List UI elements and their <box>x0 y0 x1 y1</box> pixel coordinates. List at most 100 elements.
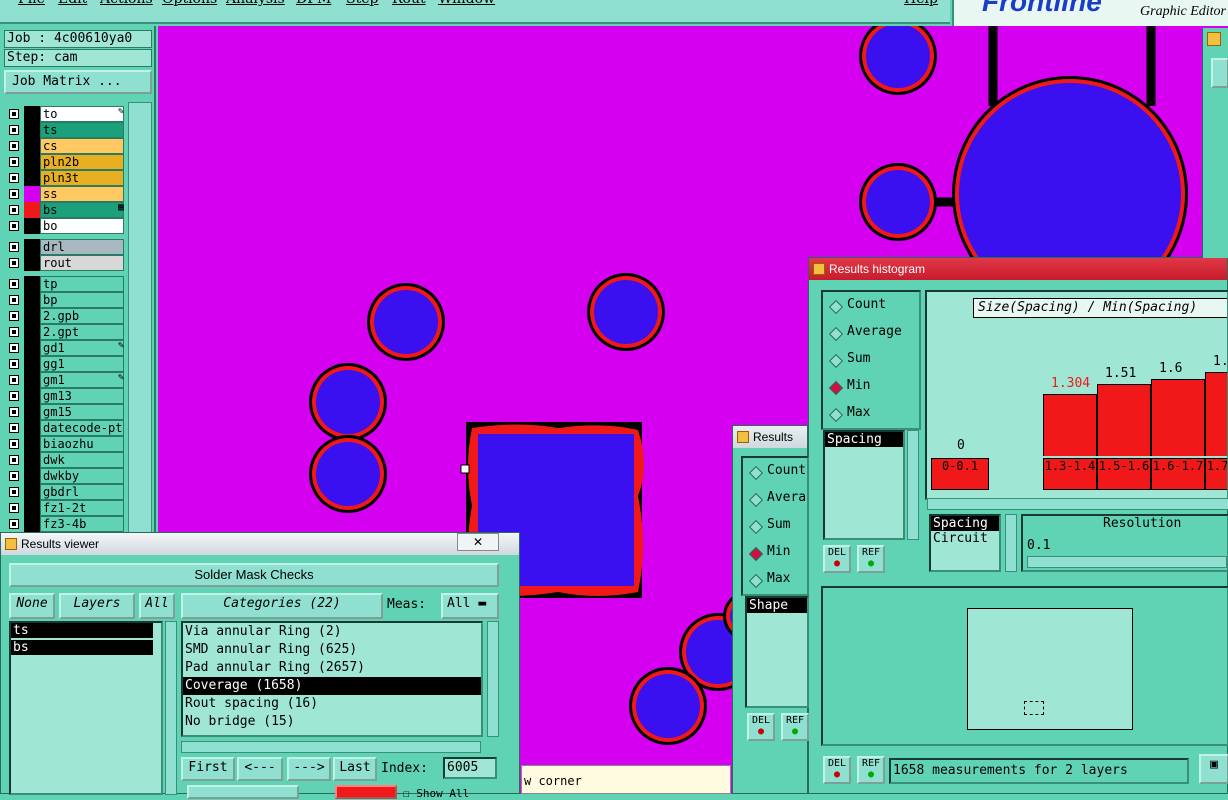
layer-row-rout[interactable]: rout <box>6 255 124 271</box>
category-item[interactable]: No bridge (15) <box>183 713 481 731</box>
category-item[interactable]: Coverage (1658) <box>183 677 481 695</box>
menu-analysis[interactable]: Analysis <box>226 0 285 7</box>
layer-name[interactable]: bs <box>40 202 124 218</box>
layer-checkbox[interactable] <box>9 157 19 167</box>
results-radio-sum[interactable] <box>748 519 764 535</box>
del-button[interactable]: DEL ● <box>823 545 851 573</box>
layer-checkbox[interactable] <box>9 258 19 268</box>
next-button[interactable]: ---> <box>287 757 331 781</box>
layer-name[interactable]: ts <box>40 122 124 138</box>
results-radio-count[interactable] <box>748 465 764 481</box>
layer-checkbox[interactable] <box>9 343 19 353</box>
layer-checkbox[interactable] <box>9 125 19 135</box>
layer-checkbox[interactable] <box>9 519 19 529</box>
layer-results-scrollbar[interactable] <box>165 621 177 795</box>
histogram-bar[interactable] <box>1151 379 1205 456</box>
layer-row-biaozhu[interactable]: biaozhu <box>6 436 124 452</box>
layer-name[interactable]: gg1 <box>40 356 124 372</box>
layer-checkbox[interactable] <box>9 242 19 252</box>
field-item-circuit[interactable]: Circuit <box>931 531 999 546</box>
layer-checkbox[interactable] <box>9 141 19 151</box>
histogram-bar[interactable] <box>1043 394 1097 456</box>
results-titlebar[interactable]: Results <box>733 426 807 448</box>
layer-row-gm13[interactable]: gm13 <box>6 388 124 404</box>
layer-checkbox[interactable] <box>9 487 19 497</box>
result-layer-ts[interactable]: ts <box>11 623 153 638</box>
layer-checkbox[interactable] <box>9 407 19 417</box>
layer-name[interactable]: pln3t <box>40 170 124 186</box>
layer-checkbox[interactable] <box>9 359 19 369</box>
results-list-item[interactable]: Shape <box>747 598 807 613</box>
layer-row-ss[interactable]: ss <box>6 186 124 202</box>
histogram-list-item[interactable]: Spacing <box>825 432 903 447</box>
histogram-list-scrollbar[interactable] <box>907 430 919 540</box>
pad[interactable] <box>374 290 438 354</box>
layer-name[interactable]: biaozhu <box>40 436 124 452</box>
menu-step[interactable]: Step <box>346 0 378 7</box>
pad[interactable] <box>866 26 930 88</box>
layer-row-fz3-4b[interactable]: fz3-4b <box>6 516 124 532</box>
layer-row-to[interactable]: to ✎ <box>6 106 124 122</box>
first-button[interactable]: First <box>181 757 235 781</box>
index-input[interactable]: 6005 <box>443 757 497 779</box>
category-list-scrollbar[interactable] <box>487 621 499 737</box>
layer-checkbox[interactable] <box>9 375 19 385</box>
footer-del-button[interactable]: DEL ● <box>823 756 851 784</box>
layer-name[interactable]: bp <box>40 292 124 308</box>
layer-row-pln3t[interactable]: pln3t <box>6 170 124 186</box>
layer-name[interactable]: tp <box>40 276 124 292</box>
last-button[interactable]: Last <box>333 757 377 781</box>
layer-row-ts[interactable]: ts <box>6 122 124 138</box>
side-button[interactable] <box>1211 58 1228 88</box>
histogram-radio-min[interactable] <box>828 380 844 396</box>
none-button[interactable]: None <box>9 593 55 619</box>
layer-row-bo[interactable]: bo <box>6 218 124 234</box>
layer-checkbox[interactable] <box>9 311 19 321</box>
category-item[interactable]: Pad annular Ring (2657) <box>183 659 481 677</box>
zoom-icon[interactable]: ▣ <box>1199 754 1228 784</box>
layer-name[interactable]: gm13 <box>40 388 124 404</box>
layer-row-gbdrl[interactable]: gbdrl <box>6 484 124 500</box>
results-ref-button[interactable]: REF ● <box>781 713 809 741</box>
layer-row-2.gpb[interactable]: 2.gpb <box>6 308 124 324</box>
category-item[interactable]: SMD annular Ring (625) <box>183 641 481 659</box>
menu-edit[interactable]: Edit <box>58 0 87 7</box>
layer-name[interactable]: pln2b <box>40 154 124 170</box>
results-radio-max[interactable] <box>748 573 764 589</box>
layer-row-gg1[interactable]: gg1 <box>6 356 124 372</box>
layer-results-list[interactable]: ts bs <box>9 621 163 795</box>
field-item-spacing[interactable]: Spacing <box>931 516 999 531</box>
histogram-bar[interactable] <box>1205 372 1227 456</box>
all-button[interactable]: All <box>139 593 175 619</box>
menu-help[interactable]: Help <box>904 0 938 7</box>
results-radio-avera[interactable] <box>748 492 764 508</box>
layer-name[interactable]: gm15 <box>40 404 124 420</box>
histogram-hscroll[interactable] <box>927 498 1228 510</box>
bottom-button-red[interactable] <box>335 785 397 799</box>
layer-row-tp[interactable]: tp <box>6 276 124 292</box>
layer-checkbox[interactable] <box>9 503 19 513</box>
menu-actions[interactable]: Actions <box>100 0 153 7</box>
layer-row-2.gpt[interactable]: 2.gpt <box>6 324 124 340</box>
category-list[interactable]: Via annular Ring (2) SMD annular Ring (62… <box>181 621 483 737</box>
layer-checkbox[interactable] <box>9 455 19 465</box>
pad[interactable] <box>866 170 930 234</box>
meas-dropdown[interactable]: All ▬ <box>441 593 499 619</box>
category-item[interactable]: Via annular Ring (2) <box>183 623 481 641</box>
layer-checkbox[interactable] <box>9 327 19 337</box>
layer-name[interactable]: rout <box>40 255 124 271</box>
layer-name[interactable]: drl <box>40 239 124 255</box>
menu-dfm[interactable]: DFM <box>296 0 331 7</box>
layer-name[interactable]: gbdrl <box>40 484 124 500</box>
layer-name[interactable]: fz1-2t <box>40 500 124 516</box>
layer-name[interactable]: dwk <box>40 452 124 468</box>
layer-checkbox[interactable] <box>9 279 19 289</box>
resolution-slider[interactable] <box>1027 556 1227 568</box>
menu-window[interactable]: Window <box>438 0 495 7</box>
layer-name[interactable]: cs <box>40 138 124 154</box>
results-radio-min[interactable] <box>748 546 764 562</box>
layer-row-pln2b[interactable]: pln2b <box>6 154 124 170</box>
layer-checkbox[interactable] <box>9 471 19 481</box>
ref-button[interactable]: REF ● <box>857 545 885 573</box>
layer-row-gd1[interactable]: gd1 ✎ <box>6 340 124 356</box>
